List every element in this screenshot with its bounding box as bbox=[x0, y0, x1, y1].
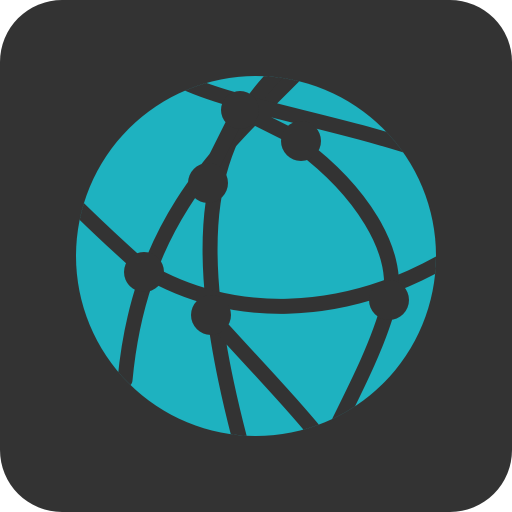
network-node bbox=[191, 295, 231, 335]
network-node bbox=[221, 91, 259, 129]
network-node bbox=[188, 163, 228, 203]
network-globe-icon bbox=[0, 0, 512, 512]
app-icon[interactable] bbox=[0, 0, 512, 512]
network-node bbox=[369, 280, 409, 320]
network-node bbox=[124, 252, 164, 292]
network-node bbox=[281, 121, 321, 161]
